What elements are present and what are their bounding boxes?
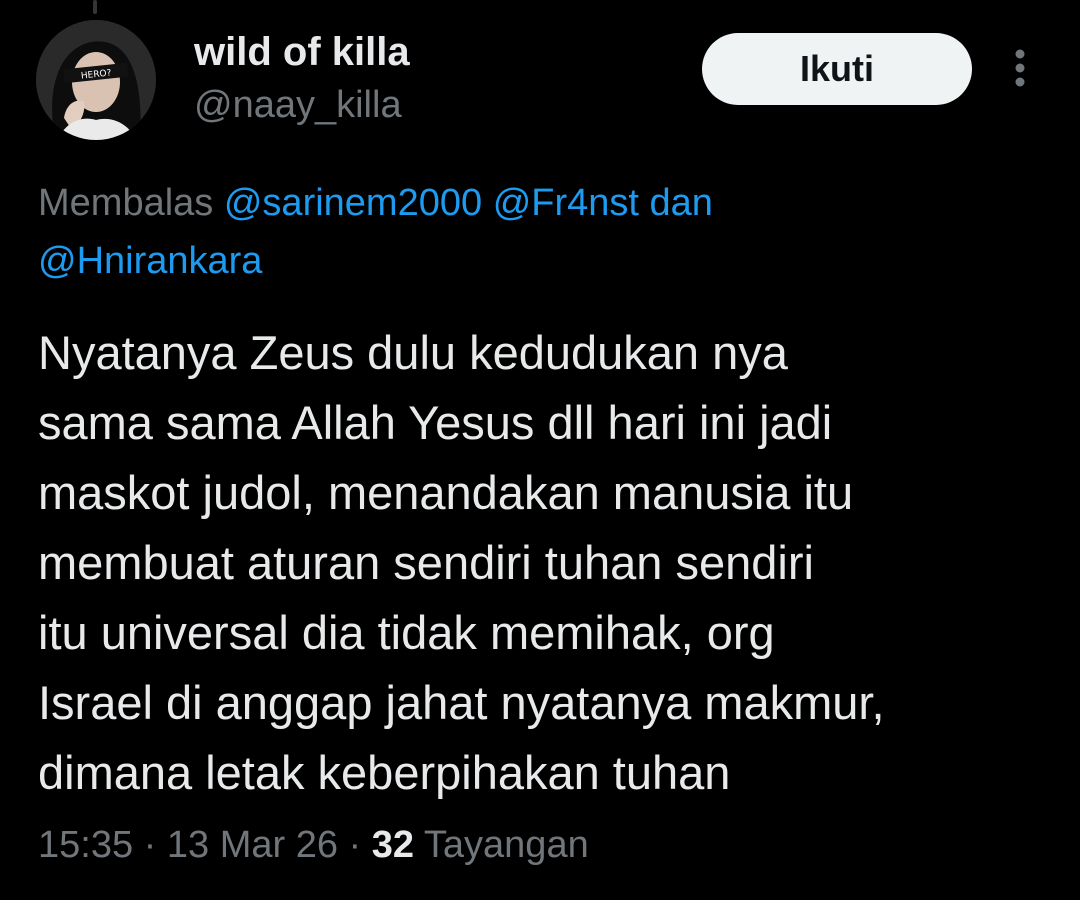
tweet-time[interactable]: 15:35 [38, 824, 133, 866]
reply-prefix: Membalas [38, 182, 214, 224]
profile-photo-icon: HERO? [36, 20, 156, 140]
tweet-date[interactable]: 13 Mar 26 [167, 824, 338, 866]
author-display-name[interactable]: wild of killa [194, 30, 410, 75]
views-count: 32 [371, 824, 415, 866]
thread-connector-line [93, 0, 97, 14]
reply-conjunction[interactable]: dan [650, 182, 713, 224]
reply-mention[interactable]: @sarinem2000 [224, 182, 482, 224]
avatar[interactable]: HERO? [36, 20, 156, 140]
meta-separator: · [143, 824, 157, 866]
views-label: Tayangan [423, 824, 589, 866]
reply-context: Membalas @sarinem2000 @Fr4nst dan @Hnira… [38, 174, 1038, 290]
tweet-text: Nyatanya Zeus dulu kedudukan nya sama sa… [38, 326, 885, 799]
meta-separator: · [348, 824, 362, 866]
reply-mention[interactable]: @Fr4nst [493, 182, 639, 224]
author-handle[interactable]: @naay_killa [194, 84, 402, 127]
reply-mention[interactable]: @Hnirankara [38, 240, 262, 282]
more-vertical-icon[interactable] [1000, 48, 1040, 88]
tweet-meta: 15:35 · 13 Mar 26 · 32 Tayangan [38, 824, 589, 867]
follow-button[interactable]: Ikuti [702, 33, 972, 105]
